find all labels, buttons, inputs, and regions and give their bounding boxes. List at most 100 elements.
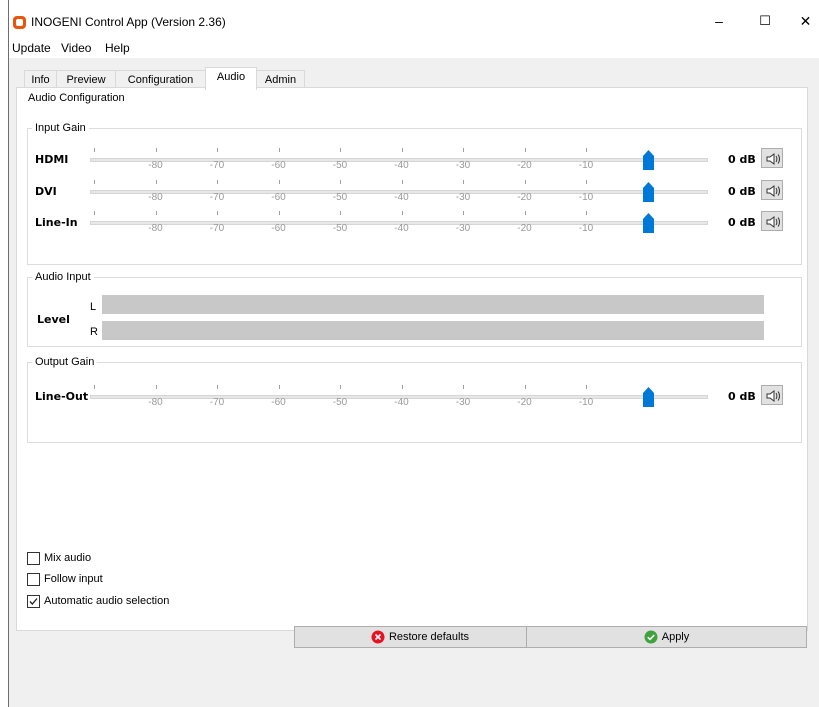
slider-tick [155, 385, 157, 389]
slider-scale-label: -20 [517, 397, 532, 408]
checkmark-icon [29, 598, 38, 605]
slider-tick [94, 148, 95, 152]
hdmi-mute-button[interactable] [761, 148, 783, 168]
slider-scale-label: -30 [455, 223, 471, 234]
slider-tick [155, 180, 157, 184]
slider-tick [217, 211, 218, 215]
error-x-icon [371, 630, 385, 644]
audio-configuration-title: Audio Configuration [28, 92, 125, 104]
slider-scale-label: -10 [578, 160, 594, 171]
dvi-db-value: 0 dB [728, 185, 756, 198]
automatic-audio-selection-checkbox[interactable] [27, 595, 40, 608]
slider-scale-label: -40 [394, 223, 409, 234]
slider-tick [524, 385, 526, 389]
hdmi-label: HDMI [35, 153, 69, 166]
slider-scale-label: -70 [209, 192, 225, 203]
app-logo-icon [13, 16, 26, 29]
slider-scale-label: -10 [578, 223, 594, 234]
slider-scale-label: -30 [455, 397, 471, 408]
apply-label: Apply [661, 631, 690, 643]
slider-thumb[interactable] [642, 213, 654, 233]
line-in-mute-button[interactable] [761, 211, 783, 231]
line-out-db-value: 0 dB [728, 390, 756, 403]
restore-defaults-button[interactable]: Restore defaults [294, 626, 546, 648]
slider-tick [340, 148, 341, 152]
speaker-icon [766, 153, 780, 165]
hdmi-gain-slider[interactable]: -80 -70 -60 -50 -40 -30 -20 -10 [90, 146, 708, 171]
slider-scale-label: -20 [517, 223, 532, 234]
apply-button[interactable]: Apply [526, 626, 807, 648]
slider-tick [586, 148, 587, 152]
slider-thumb[interactable] [642, 150, 654, 170]
slider-tick [278, 148, 280, 152]
automatic-audio-selection-label: Automatic audio selection [44, 595, 170, 607]
close-button[interactable]: ✕ [791, 6, 819, 36]
slider-tick [155, 148, 157, 152]
slider-scale-label: -40 [394, 397, 409, 408]
line-out-gain-slider[interactable]: -80 -70 -60 -50 -40 -30 -20 -10 [90, 383, 708, 408]
line-in-gain-slider[interactable]: -80 -70 -60 -50 -40 -30 -20 -10 [90, 209, 708, 234]
slider-tick [463, 180, 464, 184]
slider-tick [401, 385, 403, 389]
slider-tick [401, 180, 403, 184]
slider-scale-label: -80 [148, 160, 163, 171]
left-channel-label: L [90, 301, 97, 313]
slider-tick [340, 211, 341, 215]
slider-tick [94, 180, 95, 184]
input-gain-title: Input Gain [35, 122, 86, 134]
check-icon [644, 630, 658, 644]
slider-scale-label: -50 [332, 223, 348, 234]
slider-tick [340, 385, 341, 389]
speaker-icon [766, 390, 780, 402]
menu-update[interactable]: Update [12, 41, 51, 55]
slider-scale-label: -70 [209, 223, 225, 234]
mix-audio-checkbox[interactable] [27, 552, 40, 565]
slider-scale-label: -20 [517, 160, 532, 171]
slider-scale-label: -80 [148, 192, 163, 203]
slider-scale-label: -50 [332, 397, 348, 408]
slider-scale-label: -20 [517, 192, 532, 203]
slider-scale-label: -50 [332, 192, 348, 203]
window-title: INOGENI Control App (Version 2.36) [31, 15, 226, 29]
slider-tick [586, 180, 587, 184]
slider-tick [278, 211, 280, 215]
slider-tick [340, 180, 341, 184]
line-out-label: Line-Out [35, 390, 89, 403]
slider-tick [155, 211, 157, 215]
slider-thumb[interactable] [642, 387, 654, 407]
slider-tick [524, 211, 526, 215]
menu-help[interactable]: Help [105, 41, 130, 55]
menu-video[interactable]: Video [61, 41, 91, 55]
right-channel-label: R [90, 326, 98, 338]
slider-scale-label: -40 [394, 160, 409, 171]
slider-tick [217, 180, 218, 184]
audio-input-title: Audio Input [35, 271, 91, 283]
slider-scale-label: -30 [455, 192, 471, 203]
tab-audio[interactable]: Audio [205, 67, 257, 90]
speaker-icon [766, 216, 780, 228]
slider-tick [217, 385, 218, 389]
tab-bar: Info Preview Configuration Audio Admin [9, 58, 819, 90]
menu-bar: Update Video Help [9, 38, 819, 58]
slider-scale-label: -60 [271, 192, 286, 203]
dvi-mute-button[interactable] [761, 180, 783, 200]
hdmi-db-value: 0 dB [728, 153, 756, 166]
slider-tick [278, 385, 280, 389]
slider-tick [463, 385, 464, 389]
level-label: Level [37, 313, 70, 326]
minimize-button[interactable]: – [699, 6, 739, 36]
right-level-meter [102, 321, 764, 340]
audio-tab-panel: Audio Configuration Input Gain HDMI -80 -… [16, 87, 808, 631]
slider-tick [278, 180, 280, 184]
slider-scale-label: -80 [148, 223, 163, 234]
mix-audio-label: Mix audio [44, 552, 92, 564]
slider-thumb[interactable] [642, 182, 654, 202]
maximize-button[interactable]: ☐ [745, 6, 785, 36]
slider-tick [586, 385, 587, 389]
line-out-mute-button[interactable] [761, 385, 783, 405]
slider-scale-label: -70 [209, 160, 225, 171]
follow-input-checkbox[interactable] [27, 573, 40, 586]
dvi-gain-slider[interactable]: -80 -70 -60 -50 -40 -30 -20 -10 [90, 178, 708, 203]
slider-tick [524, 148, 526, 152]
slider-tick [524, 180, 526, 184]
